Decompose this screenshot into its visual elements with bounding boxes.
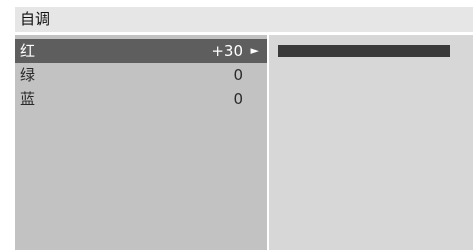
osd-menu: 自调 红 +30 ► 绿 0 蓝 0 xyxy=(0,0,473,250)
level-slider-fill xyxy=(278,45,450,57)
menu-item-value: 0 xyxy=(233,66,243,84)
menu-item-label: 绿 xyxy=(20,66,36,84)
right-arrow-icon: ► xyxy=(250,44,259,57)
level-slider-track[interactable] xyxy=(278,45,450,57)
menu-item-red[interactable]: 红 +30 ► xyxy=(15,39,267,63)
menu-title: 自调 xyxy=(15,7,473,32)
menu-items-panel: 红 +30 ► 绿 0 蓝 0 xyxy=(15,35,267,250)
menu-item-green[interactable]: 绿 0 xyxy=(15,63,267,87)
slider-panel xyxy=(269,35,473,250)
menu-item-label: 蓝 xyxy=(20,90,36,108)
menu-item-blue[interactable]: 蓝 0 xyxy=(15,87,267,111)
menu-item-value: +30 xyxy=(211,42,243,60)
menu-item-value: 0 xyxy=(233,90,243,108)
menu-item-label: 红 xyxy=(20,42,36,60)
